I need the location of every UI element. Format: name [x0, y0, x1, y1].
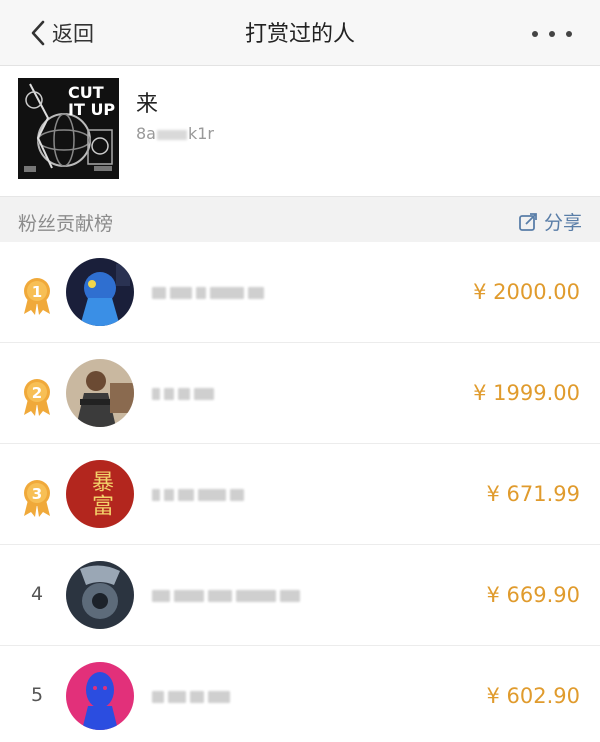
- avatar[interactable]: [66, 359, 134, 427]
- bronze-medal-icon: 3: [24, 480, 50, 517]
- share-button[interactable]: 分享: [518, 208, 582, 235]
- more-dots-icon: [532, 31, 538, 37]
- section-title: 粉丝贡献榜: [18, 213, 114, 235]
- reward-amount: ¥ 669.90: [486, 583, 580, 607]
- cover-artwork: CUT IT UP: [18, 78, 119, 179]
- nickname-redacted: [152, 385, 218, 403]
- profile-cover-image: CUT IT UP: [18, 78, 119, 179]
- fan-ranking-header: 粉丝贡献榜 分享: [0, 196, 600, 242]
- page-title: 打赏过的人: [244, 22, 355, 47]
- list-item[interactable]: 4 ¥ 669.90: [0, 545, 600, 646]
- profile-id-redacted: [156, 129, 187, 140]
- list-item[interactable]: 1 ¥ 2000.00: [0, 242, 600, 343]
- more-dots-icon: [566, 31, 572, 37]
- reward-amount: ¥ 602.90: [486, 684, 580, 708]
- rank-number: 4: [30, 583, 44, 605]
- avatar[interactable]: [66, 561, 134, 629]
- avatar[interactable]: [66, 662, 134, 730]
- avatar[interactable]: [66, 258, 134, 326]
- list-item[interactable]: 2 ¥ 1999.00: [0, 343, 600, 444]
- silver-medal-icon: 2: [24, 379, 50, 416]
- more-button[interactable]: [532, 24, 572, 44]
- reward-amount: ¥ 1999.00: [473, 381, 580, 405]
- reward-amount: ¥ 671.99: [486, 482, 580, 506]
- nickname-redacted: [152, 688, 234, 706]
- profile-id-prefix: 8a: [136, 124, 156, 143]
- nickname-redacted: [152, 284, 268, 302]
- rank-number: 5: [30, 684, 44, 706]
- nav-bar: 返回 打赏过的人: [0, 0, 600, 66]
- ranking-list: 1 ¥ 2000.00 2 ¥ 1999.00 3 暴富 ¥ 671.99 4 …: [0, 242, 600, 742]
- nickname-redacted: [152, 486, 248, 504]
- avatar[interactable]: 暴富: [66, 460, 134, 528]
- list-item[interactable]: 3 暴富 ¥ 671.99: [0, 444, 600, 545]
- profile-id-suffix: k1r: [187, 124, 215, 143]
- list-item[interactable]: 5 ¥ 602.90: [0, 646, 600, 742]
- avatar-calligraphy: 暴富: [88, 470, 113, 518]
- reward-amount: ¥ 2000.00: [473, 280, 580, 304]
- gold-medal-icon: 1: [24, 278, 50, 315]
- profile-header[interactable]: CUT IT UP 来 8a k1r: [0, 66, 600, 196]
- more-dots-icon: [549, 31, 555, 37]
- nickname-redacted: [152, 587, 304, 605]
- medal-rank-number: 2: [32, 384, 42, 402]
- cover-text-2: IT UP: [68, 100, 115, 119]
- profile-name: 来: [136, 92, 159, 117]
- medal-rank-number: 1: [32, 283, 42, 301]
- share-label: 分享: [543, 212, 582, 234]
- profile-id: 8a k1r: [136, 124, 214, 143]
- share-icon: [519, 212, 537, 231]
- medal-rank-number: 3: [32, 485, 42, 503]
